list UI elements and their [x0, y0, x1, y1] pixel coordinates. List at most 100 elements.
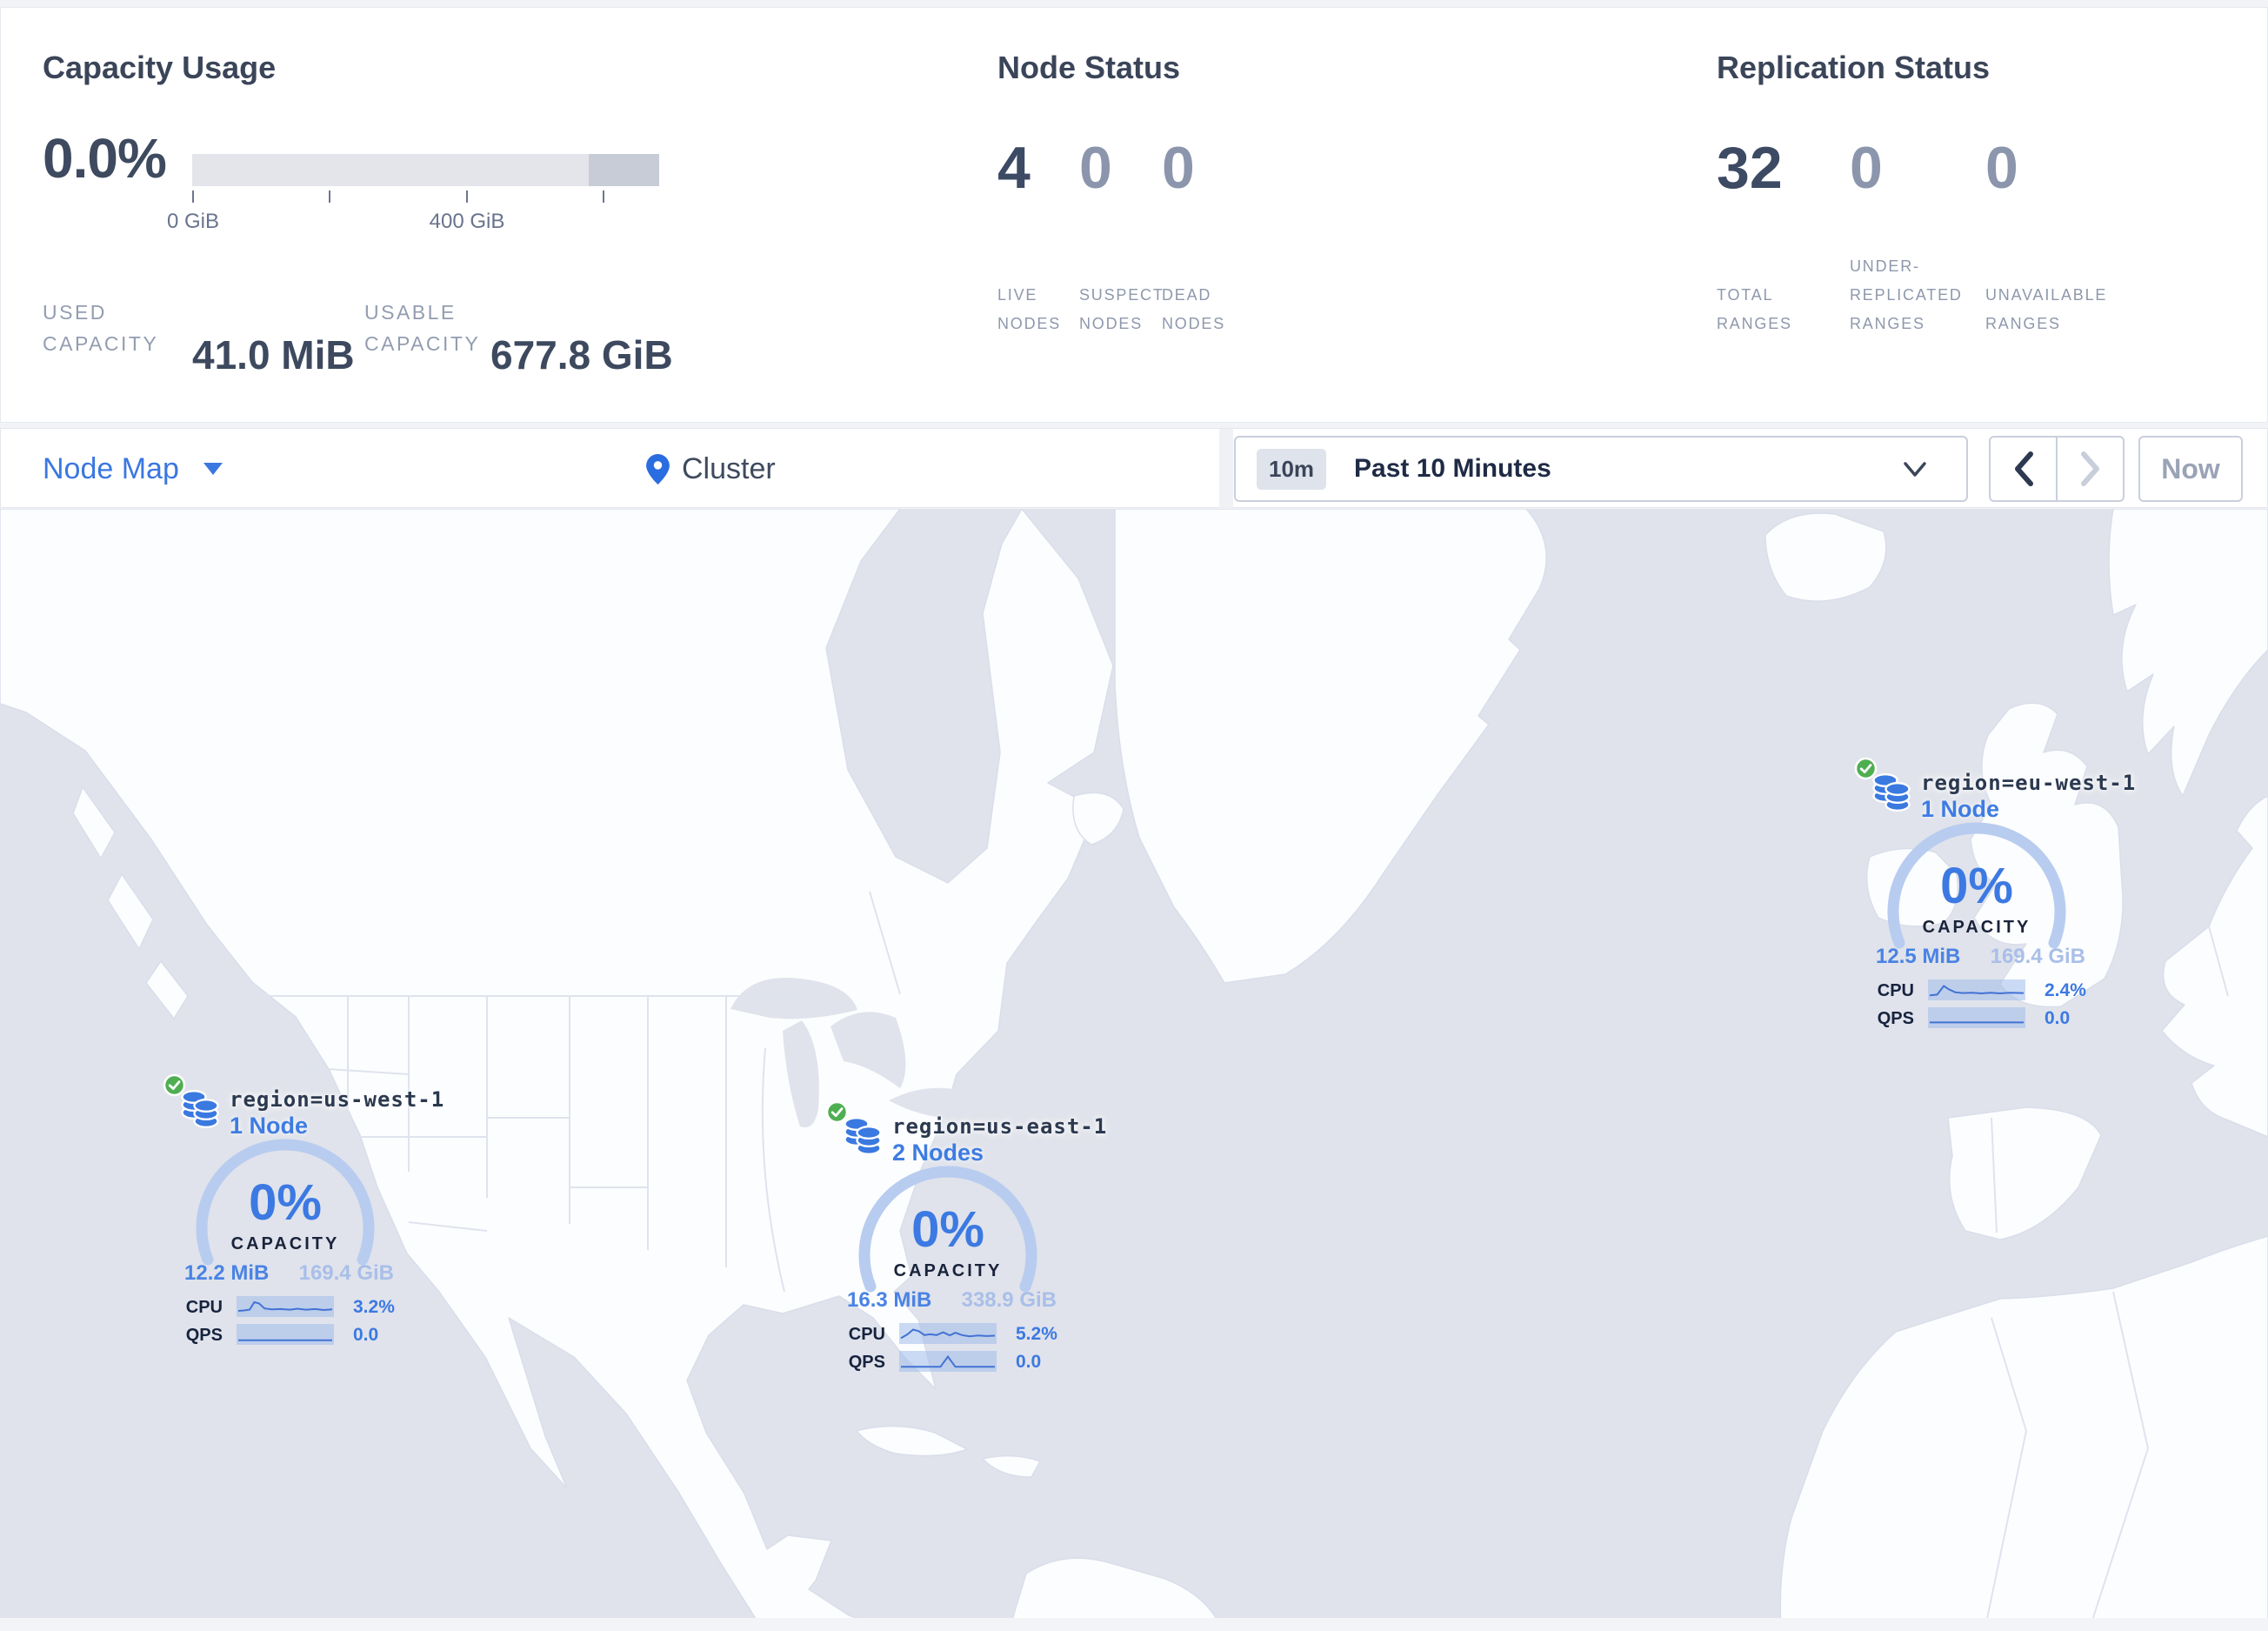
- cpu-label: CPU: [848, 1325, 885, 1344]
- axis-tick-label: 400 GiB: [429, 210, 505, 233]
- triangle-down-icon: [203, 463, 223, 475]
- toolbar-divider: [1219, 429, 1233, 509]
- region-marker-us-west-1[interactable]: region=us-west-1 1 Node 0% CAPACITY 12.2…: [163, 1073, 444, 1357]
- cluster-overview-page: Capacity Usage 0.0% 0 GiB 400 GiB USED C…: [0, 0, 2268, 1631]
- region-marker-eu-west-1[interactable]: region=eu-west-1 1 Node 0% CAPACITY 12.5…: [1854, 757, 2135, 1040]
- usable-capacity-value: 677.8 GiB: [490, 332, 673, 378]
- region-capacity-percent: 0%: [1940, 858, 2013, 914]
- region-qps-row: QPS 0.0: [825, 1351, 1086, 1375]
- region-used-capacity: 16.3 MiB: [847, 1288, 932, 1312]
- database-stack-icon: [181, 1089, 219, 1128]
- qps-label: QPS: [848, 1353, 885, 1372]
- now-button-label: Now: [2161, 452, 2220, 485]
- axis-tick: [466, 191, 468, 203]
- map-toolbar: Node Map Cluster 10m Past 10 Minutes Now: [0, 428, 2268, 509]
- region-capacity-word: CAPACITY: [893, 1261, 1003, 1280]
- now-button[interactable]: Now: [2138, 436, 2243, 502]
- used-capacity-value: 41.0 MiB: [192, 332, 355, 378]
- unavailable-ranges-count: 0: [1985, 135, 2018, 201]
- qps-value: 0.0: [353, 1325, 379, 1345]
- region-capacity-percent: 0%: [249, 1174, 322, 1231]
- world-map-graphic: [0, 509, 2268, 1631]
- region-marker-us-east-1[interactable]: region=us-east-1 2 Nodes 0% CAPACITY 16.…: [825, 1100, 1106, 1384]
- capacity-usage-bar: [192, 154, 659, 186]
- region-qps-row: QPS 0.0: [1854, 1007, 2115, 1032]
- under-replicated-ranges-count: 0: [1850, 135, 1883, 201]
- region-cpu-row: CPU 2.4%: [1854, 979, 2115, 1004]
- region-qps-row: QPS 0.0: [163, 1324, 424, 1348]
- region-used-capacity: 12.2 MiB: [184, 1261, 270, 1285]
- database-stack-icon: [1872, 772, 1911, 812]
- region-label: region=us-east-1: [892, 1114, 1108, 1139]
- usable-capacity-label-line2: CAPACITY: [364, 332, 481, 355]
- cpu-value: 2.4%: [2045, 980, 2086, 1000]
- qps-sparkline: [899, 1351, 997, 1372]
- map-bottom-strip: [0, 1618, 2268, 1631]
- qps-value: 0.0: [2045, 1008, 2071, 1028]
- region-used-capacity: 12.5 MiB: [1876, 945, 1961, 968]
- axis-tick: [192, 191, 194, 203]
- cpu-value: 3.2%: [353, 1297, 395, 1317]
- used-capacity-metric: USED CAPACITY 41.0 MiB: [43, 291, 356, 378]
- usable-capacity-label-line1: USABLE: [364, 301, 457, 324]
- suspect-nodes-label: SUSPECT NODES: [1079, 286, 1164, 332]
- time-range-dropdown[interactable]: 10m Past 10 Minutes: [1234, 436, 1968, 502]
- capacity-usage-title: Capacity Usage: [43, 50, 277, 85]
- chevron-right-icon: [2080, 451, 2099, 486]
- qps-sparkline: [237, 1324, 334, 1345]
- axis-tick: [603, 191, 604, 203]
- region-label: region=us-west-1: [230, 1087, 445, 1112]
- breadcrumb-label: Cluster: [682, 451, 776, 485]
- qps-value: 0.0: [1016, 1352, 1042, 1372]
- region-cpu-row: CPU 3.2%: [163, 1296, 424, 1320]
- prev-time-button[interactable]: [1991, 438, 2056, 500]
- dead-nodes-label: DEAD NODES: [1162, 286, 1226, 332]
- next-time-button[interactable]: [2056, 438, 2123, 500]
- cpu-label: CPU: [1877, 981, 1914, 1000]
- under-replicated-ranges-label: UNDER- REPLICATED RANGES: [1850, 257, 1963, 332]
- region-total-capacity: 169.4 GiB: [298, 1261, 394, 1285]
- unavailable-ranges-label: UNAVAILABLE RANGES: [1985, 286, 2108, 332]
- breadcrumb[interactable]: Cluster: [646, 429, 776, 509]
- node-status-title: Node Status: [997, 50, 1181, 85]
- time-range-pager: [1989, 436, 2125, 502]
- region-capacity-values: 12.5 MiB 169.4 GiB: [1854, 945, 2105, 969]
- region-capacity-values: 16.3 MiB 338.9 GiB: [825, 1288, 1076, 1313]
- suspect-nodes-count: 0: [1079, 135, 1112, 201]
- total-ranges-label: TOTAL RANGES: [1717, 286, 1792, 332]
- region-capacity-word: CAPACITY: [1922, 918, 2031, 937]
- node-map[interactable]: region=us-west-1 1 Node 0% CAPACITY 12.2…: [0, 509, 2268, 1631]
- qps-label: QPS: [1877, 1009, 1914, 1028]
- used-capacity-label-line2: CAPACITY: [43, 332, 159, 355]
- replication-status-title: Replication Status: [1717, 50, 1991, 85]
- time-range-label: Past 10 Minutes: [1354, 454, 1551, 483]
- chevron-left-icon: [2014, 451, 2033, 486]
- cpu-sparkline: [899, 1323, 997, 1344]
- qps-label: QPS: [185, 1326, 223, 1345]
- live-nodes-label: LIVE NODES: [997, 286, 1062, 332]
- cpu-value: 5.2%: [1016, 1324, 1057, 1344]
- usable-capacity-metric: USABLE CAPACITY 677.8 GiB: [364, 291, 695, 378]
- region-capacity-values: 12.2 MiB 169.4 GiB: [163, 1261, 413, 1286]
- axis-tick-label: 0 GiB: [166, 210, 220, 233]
- qps-sparkline: [1928, 1007, 2025, 1028]
- time-range-badge: 10m: [1257, 448, 1327, 490]
- cpu-label: CPU: [185, 1298, 223, 1317]
- view-mode-dropdown[interactable]: Node Map: [43, 429, 223, 509]
- cluster-summary-panel: Capacity Usage 0.0% 0 GiB 400 GiB USED C…: [0, 7, 2268, 423]
- region-label: region=eu-west-1: [1921, 771, 2137, 795]
- capacity-used-percent: 0.0%: [43, 127, 167, 190]
- region-capacity-word: CAPACITY: [230, 1234, 340, 1253]
- database-stack-icon: [844, 1116, 882, 1155]
- region-capacity-percent: 0%: [911, 1201, 984, 1258]
- capacity-bar-reserved-segment: [589, 154, 659, 186]
- region-total-capacity: 338.9 GiB: [961, 1288, 1057, 1312]
- used-capacity-label-line1: USED: [43, 301, 107, 324]
- map-pin-icon: [646, 453, 670, 485]
- total-ranges-count: 32: [1717, 135, 1783, 201]
- region-total-capacity: 169.4 GiB: [1990, 945, 2085, 968]
- chevron-down-icon: [1904, 462, 1926, 477]
- view-mode-label: Node Map: [43, 451, 179, 485]
- cpu-sparkline: [237, 1296, 334, 1317]
- region-cpu-row: CPU 5.2%: [825, 1323, 1086, 1347]
